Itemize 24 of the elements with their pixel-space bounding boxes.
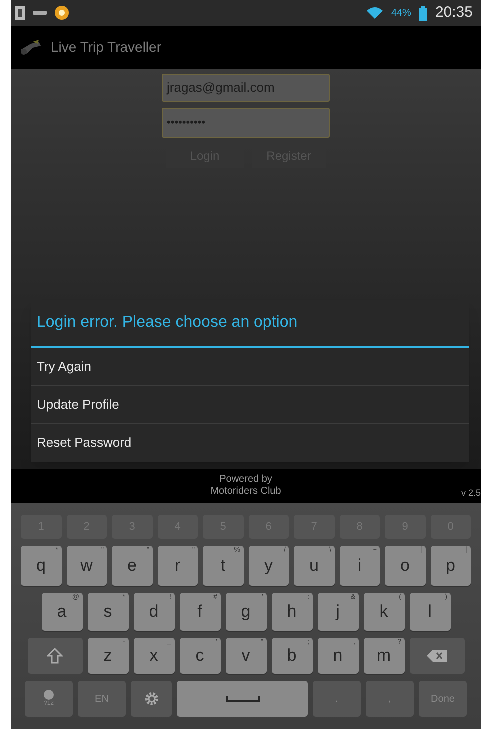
app-title: Live Trip Traveller (51, 38, 162, 57)
password-field[interactable]: •••••••••• (162, 108, 330, 138)
shift-arrow-icon (47, 648, 63, 664)
dialog-option[interactable]: Try Again (31, 348, 469, 386)
settings-icon (144, 691, 160, 707)
wifi-icon (367, 7, 384, 19)
clock: 20:35 (435, 2, 473, 23)
sim-card-icon (15, 6, 25, 20)
email-field[interactable]: jragas@gmail.com (162, 74, 330, 102)
backspace-key[interactable] (410, 638, 464, 674)
dialog-option[interactable]: Update Profile (31, 386, 469, 424)
settings-key[interactable] (131, 681, 172, 717)
dialog-option[interactable]: Reset Password (31, 424, 469, 462)
battery-percent: 44% (391, 6, 412, 20)
version-label: v 2.5 (461, 486, 481, 500)
usb-icon (33, 9, 47, 17)
shift-key[interactable] (28, 638, 82, 674)
battery-icon (419, 6, 428, 20)
powered-by-text: Powered by (220, 474, 272, 486)
space-bar-icon (226, 696, 260, 702)
club-name: Motoriders Club (210, 486, 282, 498)
notification-icon (55, 6, 69, 20)
dialog-title: Login error. Please choose an option (31, 300, 469, 348)
backspace-icon (427, 650, 447, 662)
